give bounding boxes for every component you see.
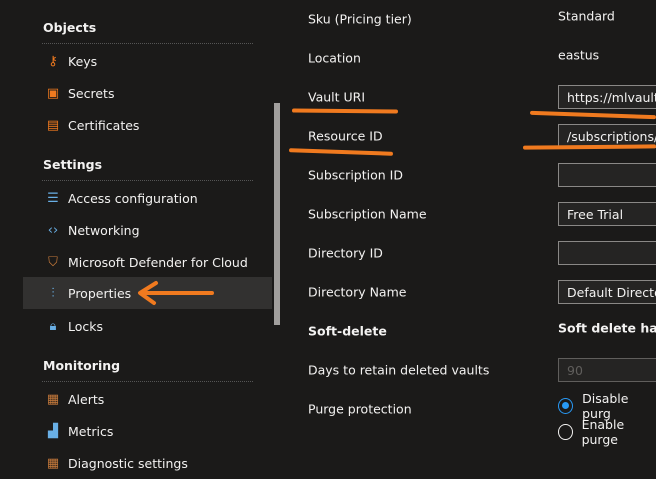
sidebar-item-diagnostic-settings[interactable]: ▦ Diagnostic settings <box>23 447 272 479</box>
label: Certificates <box>68 117 140 133</box>
purge-label: Purge protection <box>308 401 412 417</box>
subscription-id-label: Subscription ID <box>308 167 403 183</box>
vault-uri-field[interactable]: https://mlvault5 <box>558 85 656 109</box>
sidebar-item-metrics[interactable]: ▟ Metrics <box>23 415 272 447</box>
sidebar-item-alerts[interactable]: ▦ Alerts <box>23 383 272 415</box>
diagnostic-icon: ▦ <box>46 455 60 471</box>
sidebar-item-locks[interactable]: 🔒︎ Locks <box>23 310 272 342</box>
vault-uri-label: Vault URI <box>308 89 366 105</box>
annotation-arrow-icon <box>138 281 214 305</box>
label: Secrets <box>68 85 115 101</box>
location-label: Location <box>308 50 361 66</box>
directory-name-label: Directory Name <box>308 284 407 300</box>
sku-value: Standard <box>558 8 615 24</box>
sidebar-item-secrets[interactable]: ▣ Secrets <box>23 77 272 109</box>
label: Metrics <box>68 423 114 439</box>
subscription-name-label: Subscription Name <box>308 206 427 222</box>
label: Networking <box>68 222 140 238</box>
metrics-icon: ▟ <box>48 423 58 439</box>
properties-panel: Sku (Pricing tier) Standard Location eas… <box>282 0 656 463</box>
soft-delete-label: Soft-delete <box>308 323 387 339</box>
section-settings: Settings <box>43 157 103 172</box>
label: Enable purge <box>581 417 625 447</box>
radio-enable-purge[interactable]: Enable purge <box>558 417 656 447</box>
sidebar: Objects ⚷ Keys ▣ Secrets ▤ Certificates Set… <box>0 0 272 471</box>
sidebar-item-keys[interactable]: ⚷ Keys <box>23 45 272 77</box>
subscription-id-field[interactable] <box>558 163 656 187</box>
directory-id-label: Directory ID <box>308 245 383 261</box>
networking-icon: ‹› <box>47 222 59 238</box>
sidebar-item-networking[interactable]: ‹› Networking <box>23 214 272 246</box>
properties-icon: ⫶ <box>51 285 55 301</box>
divider <box>42 381 253 382</box>
subscription-name-field[interactable]: Free Trial <box>558 202 656 226</box>
certificate-icon: ▤ <box>46 117 60 133</box>
alert-icon: ▦ <box>46 391 60 407</box>
label: Diagnostic settings <box>68 455 188 471</box>
section-monitoring: Monitoring <box>43 358 121 373</box>
sku-label: Sku (Pricing tier) <box>308 11 412 27</box>
directory-name-field[interactable]: Default Director <box>558 280 656 304</box>
directory-id-field[interactable] <box>558 241 656 265</box>
label: Access configuration <box>68 190 198 206</box>
label: Locks <box>68 318 104 334</box>
sidebar-item-certificates[interactable]: ▤ Certificates <box>23 109 272 141</box>
section-objects: Objects <box>43 20 97 35</box>
shield-icon: ⛉ <box>48 254 58 270</box>
label: Keys <box>68 53 98 69</box>
resource-id-label: Resource ID <box>308 128 383 144</box>
sidebar-item-defender[interactable]: ⛉ Microsoft Defender for Cloud <box>23 246 272 278</box>
lock-icon: 🔒︎ <box>49 318 57 334</box>
divider <box>42 43 253 44</box>
secret-icon: ▣ <box>46 85 60 101</box>
sidebar-item-access-configuration[interactable]: ☰ Access configuration <box>23 182 272 214</box>
checklist-icon: ☰ <box>47 190 59 206</box>
divider <box>42 180 253 181</box>
label: Microsoft Defender for Cloud <box>68 254 248 270</box>
label: Properties <box>68 285 132 301</box>
days-label: Days to retain deleted vaults <box>308 362 490 378</box>
radio-icon <box>558 424 573 440</box>
key-icon: ⚷ <box>48 53 58 69</box>
radio-selected-icon <box>558 398 574 414</box>
label: Alerts <box>68 391 105 407</box>
days-field[interactable]: 90 <box>558 358 656 382</box>
sidebar-scrollbar-thumb[interactable] <box>274 103 280 325</box>
soft-delete-value: Soft delete has b <box>558 320 656 336</box>
location-value: eastus <box>558 47 600 63</box>
